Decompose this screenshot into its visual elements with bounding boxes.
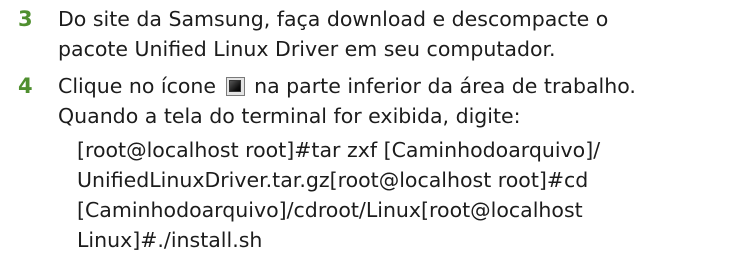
command-line: UnifiedLinuxDriver.tar.gz[root@localhost… [77,168,589,192]
command-line: [Caminhodoarquivo]/cdroot/Linux[root@loc… [77,198,583,222]
step-text-line: Clique no ícone na parte inferior da áre… [58,71,728,101]
step-text-line: pacote Unified Linux Driver em seu compu… [58,37,556,61]
step-number: 4 [18,74,33,98]
command-line: Linux]#./install.sh [77,228,263,252]
command-line: [root@localhost root]#tar zxf [Caminhodo… [77,138,601,162]
terminal-command-block: [root@localhost root]#tar zxf [Caminhodo… [77,135,727,255]
step-text: Do site da Samsung, faça download e desc… [58,4,728,64]
step-text: Clique no ícone na parte inferior da áre… [58,71,728,131]
step-number: 3 [18,7,33,31]
terminal-icon [225,77,245,96]
instruction-after-icon: na parte inferior da área de trabalho. [254,74,636,98]
instruction-before-icon: Clique no ícone [58,74,217,98]
terminal-screen [228,80,241,92]
step-text-line: Quando a tela do terminal for exibida, d… [58,104,521,128]
step-text-line: Do site da Samsung, faça download e desc… [58,7,609,31]
